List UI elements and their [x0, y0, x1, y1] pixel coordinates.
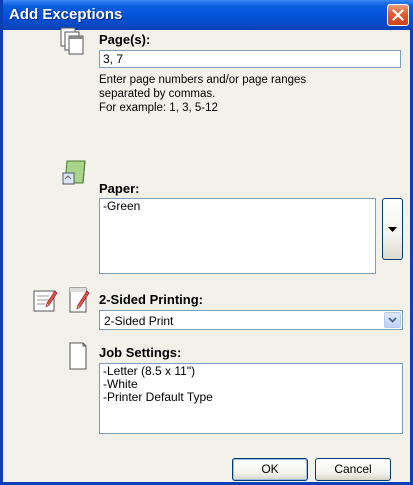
- two-sided-alt-icon: [69, 287, 90, 313]
- pages-input[interactable]: 3, 7: [99, 50, 401, 68]
- paper-icon: [62, 160, 86, 185]
- two-sided-icon: [33, 290, 58, 312]
- two-sided-select[interactable]: 2-Sided Print: [99, 310, 403, 330]
- dialog-title: Add Exceptions: [9, 6, 123, 23]
- job-settings-label: Job Settings:: [99, 345, 182, 360]
- chevron-down-icon: [388, 317, 397, 323]
- two-sided-selected: 2-Sided Print: [104, 314, 174, 328]
- close-button[interactable]: [387, 4, 409, 26]
- pages-help-text: Enter page numbers and/or page ranges se…: [99, 73, 306, 115]
- paper-label: Paper:: [99, 181, 140, 196]
- paper-dropdown-button[interactable]: [382, 198, 403, 260]
- document-icon: [69, 342, 87, 370]
- paper-value: -Green: [103, 199, 141, 213]
- pages-label: Page(s):: [99, 32, 151, 47]
- chevron-down-icon: [388, 227, 397, 232]
- job-settings-list: -Letter (8.5 x 11") -White -Printer Defa…: [99, 363, 403, 434]
- pages-icon: [60, 27, 84, 55]
- help-line: separated by commas.: [99, 88, 216, 100]
- add-exceptions-dialog: Add Exceptions Page(s): 3, 7 Enter page …: [0, 0, 413, 485]
- cancel-button[interactable]: Cancel: [315, 458, 391, 481]
- job-setting-line: -Printer Default Type: [103, 390, 213, 404]
- two-sided-dropdown-arrow[interactable]: [384, 312, 401, 328]
- two-sided-label: 2-Sided Printing:: [99, 292, 203, 307]
- help-line: For example: 1, 3, 5-12: [99, 102, 218, 114]
- help-line: Enter page numbers and/or page ranges: [99, 74, 307, 86]
- ok-button[interactable]: OK: [232, 458, 308, 481]
- job-setting-line: -Letter (8.5 x 11"): [103, 364, 196, 378]
- paper-list[interactable]: -Green: [99, 198, 376, 274]
- close-icon: [392, 9, 404, 21]
